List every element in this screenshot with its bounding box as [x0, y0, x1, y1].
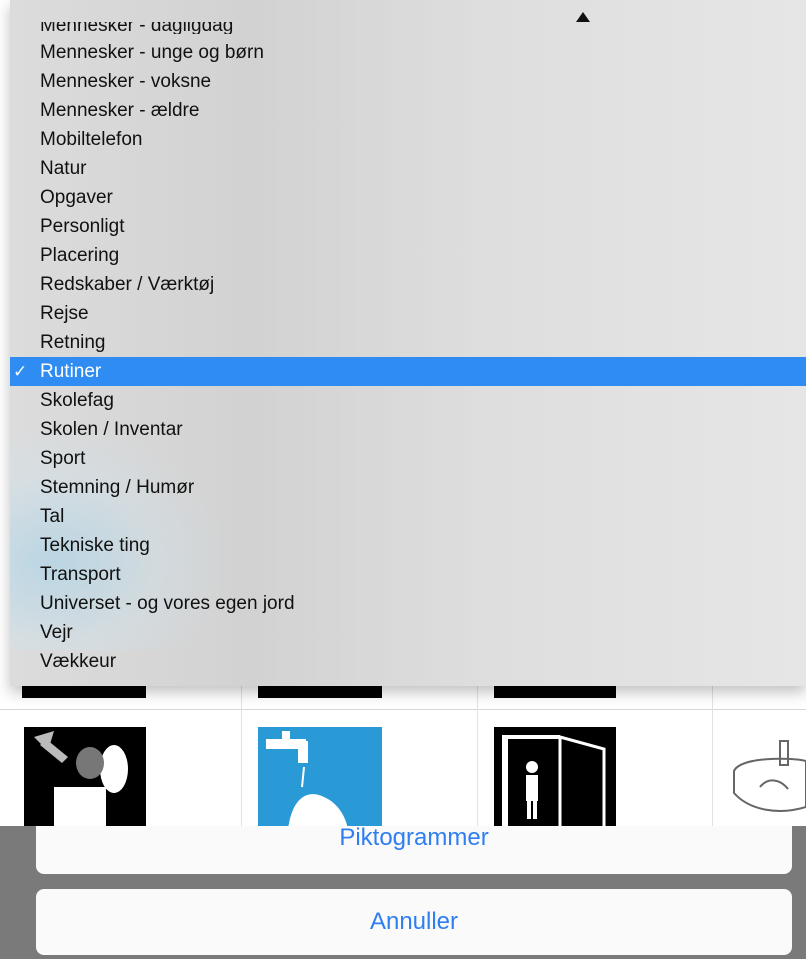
grid-divider — [712, 686, 713, 830]
menu-item[interactable]: Redskaber / Værktøj — [10, 270, 806, 299]
grid-divider — [477, 686, 478, 830]
hand-washing-icon[interactable] — [258, 727, 382, 830]
menu-item-label: Transport — [40, 564, 121, 585]
menu-item-label: Mennesker - ældre — [40, 100, 200, 121]
menu-item-label: Opgaver — [40, 187, 113, 208]
checkmark-icon: ✓ — [13, 362, 28, 381]
menu-item[interactable]: Mennesker - unge og børn — [10, 38, 806, 67]
menu-item[interactable]: Placering — [10, 241, 806, 270]
menu-item[interactable]: Universet - og vores egen jord — [10, 589, 806, 618]
toilet-door-icon[interactable] — [494, 727, 616, 830]
menu-item[interactable]: Mobiltelefon — [10, 125, 806, 154]
menu-item-label: Rutiner — [40, 361, 102, 382]
menu-item[interactable]: Rejse — [10, 299, 806, 328]
menu-item[interactable]: Personligt — [10, 212, 806, 241]
trash-bin-icon[interactable] — [24, 727, 146, 830]
menu-item[interactable]: Opgaver — [10, 183, 806, 212]
menu-item-label: Skolen / Inventar — [40, 419, 183, 440]
menu-item-label: Mobiltelefon — [40, 129, 143, 150]
menu-item-label: Vækkeur — [40, 651, 117, 672]
sink-icon[interactable] — [730, 727, 806, 830]
cancel-button[interactable]: Annuller — [36, 889, 792, 955]
menu-item-label: Skolefag — [40, 390, 114, 411]
menu-item[interactable]: Mennesker - ældre — [10, 96, 806, 125]
piktogrammer-button[interactable]: Piktogrammer — [36, 826, 792, 874]
grid-divider — [0, 709, 806, 710]
menu-item[interactable]: Skolen / Inventar — [10, 415, 806, 444]
grid-divider — [241, 686, 242, 830]
menu-item-label: Rejse — [40, 303, 89, 324]
menu-item-label: Personligt — [40, 216, 125, 237]
menu-item[interactable]: Skolefag — [10, 386, 806, 415]
menu-item[interactable]: Natur — [10, 154, 806, 183]
menu-item[interactable]: Vækkeur — [10, 647, 806, 676]
menu-item-label: Tal — [40, 506, 65, 527]
menu-item-partial[interactable]: Mennesker - dagligdag — [40, 22, 233, 34]
menu-item-label: Mennesker - unge og børn — [40, 42, 264, 63]
menu-item-label: Vejr — [40, 622, 73, 643]
menu-item-label: Retning — [40, 332, 106, 353]
menu-item[interactable]: Mennesker - voksne — [10, 67, 806, 96]
menu-item-label: Natur — [40, 158, 87, 179]
menu-item[interactable]: Sport — [10, 444, 806, 473]
category-dropdown-menu[interactable]: Mennesker - dagligdag Mennesker - unge o… — [10, 0, 806, 686]
menu-item-label: Placering — [40, 245, 120, 266]
menu-item[interactable]: Tal — [10, 502, 806, 531]
menu-item-label: Mennesker - voksne — [40, 71, 212, 92]
menu-item[interactable]: Stemning / Humør — [10, 473, 806, 502]
menu-item-label: Stemning / Humør — [40, 477, 195, 498]
menu-item-label: Redskaber / Værktøj — [40, 274, 215, 295]
menu-item-label: Sport — [40, 448, 86, 469]
menu-list: Mennesker - unge og børn Mennesker - voks… — [10, 38, 806, 676]
menu-item[interactable]: Vejr — [10, 618, 806, 647]
menu-item[interactable]: ✓ Rutiner — [10, 357, 806, 386]
menu-item[interactable]: Retning — [10, 328, 806, 357]
action-sheet: Piktogrammer Annuller — [0, 826, 806, 959]
menu-item-label: Tekniske ting — [40, 535, 150, 556]
menu-item[interactable]: Tekniske ting — [10, 531, 806, 560]
scroll-up-arrow-icon[interactable] — [576, 12, 590, 22]
menu-item[interactable]: Transport — [10, 560, 806, 589]
menu-item-label: Universet - og vores egen jord — [40, 593, 295, 614]
